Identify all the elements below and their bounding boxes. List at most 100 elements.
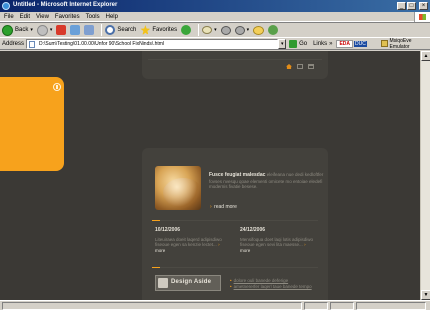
feature-image <box>155 166 201 210</box>
news-date: 24/12/2006 <box>240 227 266 233</box>
window-title: Untitled - Microsoft Internet Explorer <box>13 2 118 8</box>
dropdown-arrow-icon[interactable]: ▾ <box>50 27 53 33</box>
news-text[interactable]: Mensifoqua doet laqi lotis adipisdiwo fi… <box>240 237 313 248</box>
status-panel <box>304 301 328 310</box>
favorites-star-icon <box>140 25 151 35</box>
news-more-label: more <box>155 247 166 253</box>
media-icon <box>181 25 192 35</box>
messenger-button[interactable] <box>268 25 279 35</box>
address-label: Address <box>2 40 25 47</box>
sitemap-icon[interactable] <box>308 64 314 69</box>
orange-side-tab <box>0 77 64 171</box>
print-icon <box>220 25 231 35</box>
home-button[interactable] <box>84 25 95 35</box>
search-button[interactable]: Search <box>105 25 136 35</box>
toolbar-separator <box>101 24 103 36</box>
feature-text: Fusce feugiat malesdac eleifeana nue ded… <box>209 172 324 190</box>
print-button[interactable] <box>220 25 231 35</box>
edit-page-icon <box>234 25 245 35</box>
folder-button[interactable] <box>253 25 265 35</box>
minimize-button[interactable]: _ <box>397 2 406 10</box>
info-icon[interactable] <box>53 83 61 91</box>
search-label: Search <box>117 27 137 33</box>
stop-button[interactable] <box>56 25 67 35</box>
dropdown-arrow-icon[interactable]: ▾ <box>214 27 217 33</box>
links-logo-secondary[interactable]: DUC <box>354 40 367 47</box>
status-text-area <box>2 301 302 310</box>
links-label[interactable]: Links <box>313 41 327 47</box>
logo-text: Design Aside <box>171 279 212 285</box>
refresh-button[interactable] <box>70 25 81 35</box>
internet-explorer-icon <box>2 2 10 10</box>
vertical-scrollbar[interactable]: ▲ ▼ <box>420 51 430 300</box>
menu-edit[interactable]: Edit <box>20 12 30 21</box>
home-icon <box>84 25 95 35</box>
menu-favorites[interactable]: Favorites <box>55 12 80 21</box>
address-input[interactable]: D:\Sum\Testing\01.00.00\Unfor 90\School … <box>26 38 279 49</box>
news-item: 10/12/2006 Liteuiraea doeit laqerd adipi… <box>155 227 231 253</box>
bullet-icon: › <box>210 204 212 210</box>
home-icon[interactable] <box>286 64 292 69</box>
menu-help[interactable]: Help <box>106 12 118 21</box>
menu-bar: File Edit View Favorites Tools Help <box>0 12 430 22</box>
folder-icon <box>253 25 265 35</box>
feature-read-more-link[interactable]: › read more <box>210 204 237 210</box>
menu-file[interactable]: File <box>4 12 14 21</box>
section-divider <box>152 267 318 268</box>
toolbar-separator <box>198 24 200 36</box>
list-item-label: ametnererfer laqerl taue banede tempo <box>233 284 312 289</box>
forward-button[interactable]: ▾ <box>36 24 53 36</box>
address-dropdown-button[interactable]: ▾ <box>278 38 287 49</box>
window-controls: _ □ × <box>397 2 428 10</box>
search-icon <box>105 25 116 35</box>
mail-icon[interactable] <box>297 64 303 69</box>
refresh-icon <box>70 25 81 35</box>
feature-title: Fusce feugiat malesdac <box>209 172 266 178</box>
edit-button[interactable]: ▾ <box>234 25 250 35</box>
go-button[interactable]: Go <box>289 39 307 48</box>
list-item[interactable]: • ametnererfer laqerl taue banede tempo <box>230 284 320 290</box>
bookmark-link[interactable]: MsiqoEve Emulator <box>380 37 430 50</box>
header-panel <box>142 51 328 79</box>
news-more-label: more <box>240 247 251 253</box>
menu-view[interactable]: View <box>36 12 49 21</box>
standard-toolbar: Back ▾ ▾ Search Favorites ▾ ▾ <box>0 22 430 38</box>
content-panel: Fusce feugiat malesdac eleifeana nue ded… <box>142 148 328 300</box>
address-bar: Address D:\Sum\Testing\01.00.00\Unfor 90… <box>0 38 430 50</box>
favorites-label: Favorites <box>152 27 178 33</box>
scroll-down-button[interactable]: ▼ <box>421 290 430 300</box>
header-icons <box>286 64 314 69</box>
page-icon <box>29 40 36 48</box>
bookmark-label: MsiqoEve Emulator <box>389 37 412 50</box>
status-panel <box>330 301 354 310</box>
bullet-icon: › <box>218 242 220 247</box>
windows-logo-icon <box>414 12 430 22</box>
close-button[interactable]: × <box>419 2 428 10</box>
maximize-button[interactable]: □ <box>407 2 416 10</box>
back-button[interactable]: Back ▾ <box>2 24 33 36</box>
mail-icon <box>202 26 213 34</box>
media-button[interactable] <box>181 25 192 35</box>
bookmark-icon <box>380 40 388 47</box>
news-text[interactable]: Liteuiraea doeit laqerd adipisdiwo fiseo… <box>155 237 222 248</box>
bullet-icon: • <box>230 284 232 289</box>
mail-button[interactable]: ▾ <box>202 26 217 34</box>
dropdown-arrow-icon[interactable]: ▾ <box>247 27 250 33</box>
stop-icon <box>56 25 67 35</box>
scroll-up-button[interactable]: ▲ <box>421 51 430 61</box>
favorites-button[interactable]: Favorites <box>140 25 177 35</box>
dropdown-arrow-icon[interactable]: ▾ <box>30 27 33 33</box>
design-logo-badge[interactable]: Design Aside <box>155 275 221 291</box>
bullet-icon: • <box>230 278 232 283</box>
news-item: 24/12/2006 Mensifoqua doet laqi lotis ad… <box>240 227 316 253</box>
divider <box>148 59 322 60</box>
links-logo[interactable]: EDA <box>336 39 353 48</box>
go-arrow-icon <box>289 39 298 48</box>
menu-tools[interactable]: Tools <box>86 12 100 21</box>
back-arrow-icon <box>2 24 13 36</box>
list-item-label: dolore ouli banede deferige <box>233 278 289 283</box>
links-chevron-icon[interactable]: » <box>329 41 332 47</box>
forward-arrow-icon <box>36 24 48 36</box>
bullet-icon: › <box>304 242 306 247</box>
news-date: 10/12/2006 <box>155 227 181 233</box>
